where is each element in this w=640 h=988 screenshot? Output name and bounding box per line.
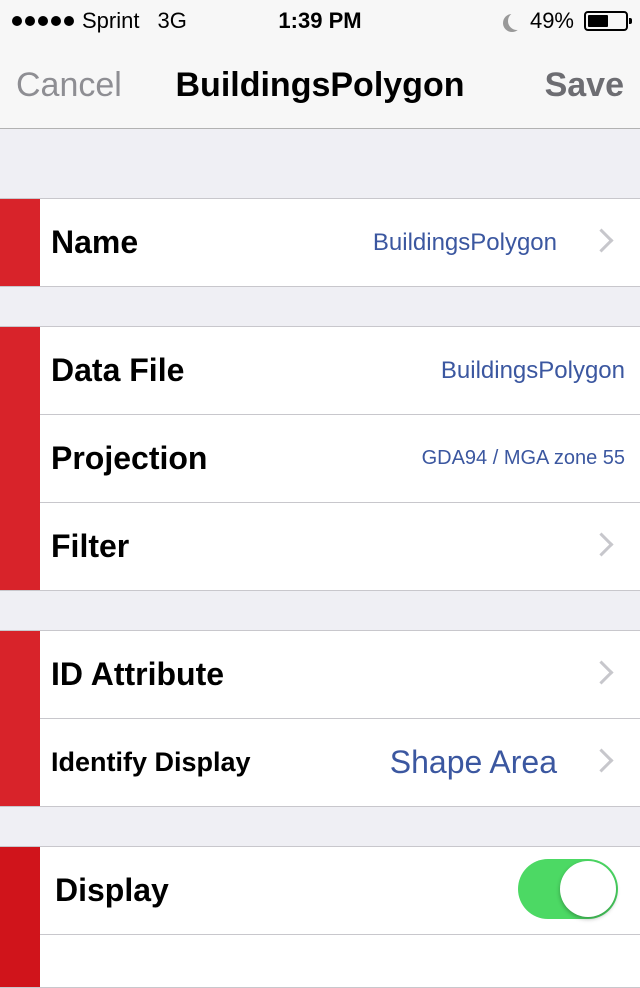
section-marker [0, 199, 40, 286]
section-data: Data File BuildingsPolygon Projection GD… [0, 326, 640, 591]
section-marker [0, 847, 40, 987]
chevron-right-icon [589, 748, 614, 773]
battery-percent: 49% [529, 8, 574, 33]
status-bar: Sprint 3G 1:39 PM 49% [0, 0, 640, 40]
identify-display-value: Shape Area [389, 744, 557, 780]
moon-icon [507, 12, 526, 30]
battery-icon [584, 11, 632, 31]
identify-display-row[interactable]: Identify Display Shape Area [40, 719, 640, 806]
id-attribute-row[interactable]: ID Attribute [40, 631, 640, 718]
filter-label: Filter [51, 528, 130, 564]
navigation-bar: Cancel BuildingsPolygon Save [0, 40, 640, 129]
projection-label: Projection [51, 440, 208, 476]
display-toggle[interactable] [518, 859, 618, 919]
save-button[interactable]: Save [545, 66, 624, 105]
name-value: BuildingsPolygon [372, 229, 557, 256]
data-file-value: BuildingsPolygon [440, 357, 625, 384]
id-attribute-label: ID Attribute [51, 656, 225, 692]
display-row: Display [40, 847, 640, 934]
data-file-label: Data File [51, 352, 185, 388]
projection-value: GDA94 / MGA zone 55 [421, 447, 625, 469]
section-name: Name BuildingsPolygon [0, 198, 640, 287]
name-label: Name [51, 224, 139, 260]
name-row[interactable]: Name BuildingsPolygon [40, 199, 640, 286]
chevron-right-icon [589, 532, 614, 557]
chevron-right-icon [589, 228, 614, 253]
chevron-right-icon [589, 660, 614, 685]
projection-row: Projection GDA94 / MGA zone 55 [40, 415, 640, 502]
filter-row[interactable]: Filter [40, 503, 640, 590]
identify-display-label: Identify Display [51, 747, 251, 777]
status-right: 49% [502, 8, 632, 34]
data-file-row: Data File BuildingsPolygon [40, 327, 640, 414]
toggle-knob [560, 861, 616, 917]
section-marker [0, 631, 40, 806]
section-identify: ID Attribute Identify Display Shape Area [0, 630, 640, 807]
section-display: Display [0, 846, 640, 988]
display-label: Display [55, 872, 169, 908]
section-marker [0, 327, 40, 590]
